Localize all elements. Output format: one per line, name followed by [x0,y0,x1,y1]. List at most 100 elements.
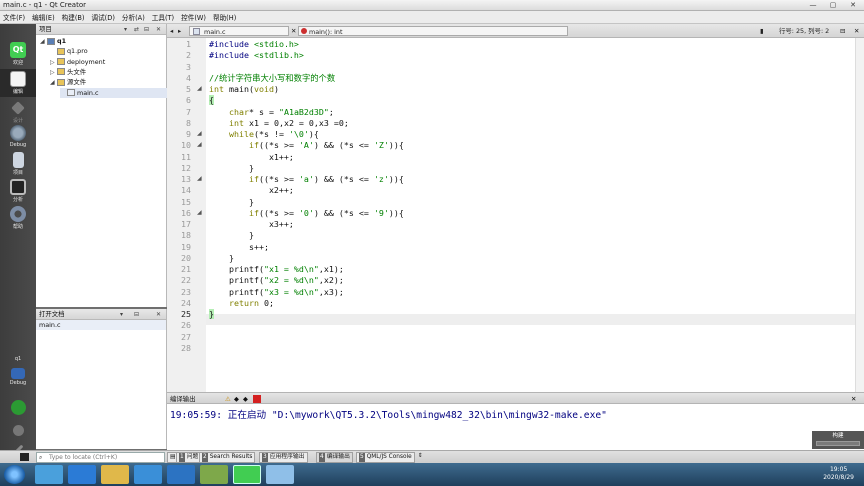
line-number: 13 [181,174,191,184]
symbol-selector-label: main(): int [309,28,343,36]
menu-debug[interactable]: 调试(D) [92,12,115,22]
fold-marker-icon[interactable]: ◢ [197,141,202,148]
code-line: #include <stdlib.h> [209,50,304,61]
filter-output-icon[interactable]: ⚠ [225,394,231,404]
menu-window[interactable]: 控件(W) [181,12,206,22]
close-editor-icon[interactable]: ✕ [854,26,859,36]
mode-design[interactable]: 设计 [0,98,36,126]
doc-close-icon[interactable]: ✕ [156,309,161,320]
vertical-scrollbar[interactable] [855,38,864,392]
c-file-icon [67,89,75,96]
mode-debug[interactable]: Debug [0,123,36,151]
tree-item[interactable]: ▷ deployment [50,57,167,67]
mode-analyze[interactable]: 分析 [0,177,36,205]
taskbar-qt-creator-icon[interactable] [233,465,261,484]
file-selector[interactable]: main.c [189,26,289,36]
pane-tab-compile-output[interactable]: 4 编译输出 [316,452,353,463]
next-item-icon[interactable]: ◆ [243,394,248,404]
pane-tab-issues[interactable]: 1 问题 [176,452,202,463]
pane-tab-number: 1 [179,453,185,462]
menu-file[interactable]: 文件(F) [3,12,25,22]
debug-bug-icon [10,125,26,141]
code-line: int main(void) [209,84,279,94]
fold-marker-icon[interactable]: ◢ [197,85,202,92]
line-number: 26 [181,320,191,331]
line-number: 3 [186,61,191,72]
doc-filter-icon[interactable]: ▾ [120,309,123,320]
menu-analyze[interactable]: 分析(A) [122,12,145,22]
link-icon[interactable]: ⇄ [134,24,139,35]
start-button[interactable] [4,465,25,484]
run-play-icon [10,400,26,415]
mode-projects[interactable]: 项目 [0,150,36,178]
taskbar-media-icon[interactable] [167,465,195,484]
taskbar-browser-icon[interactable] [35,465,63,484]
line-number: 1 [186,39,191,49]
menu-tools[interactable]: 工具(T) [152,12,174,22]
pane-tab-search-results[interactable]: 2 Search Results [199,452,256,463]
expand-arrow-icon[interactable]: ◢ [50,78,57,88]
code-line: x2++; [209,185,294,196]
expand-arrow-icon[interactable]: ◢ [40,37,47,47]
taskbar-explorer-icon[interactable] [101,465,129,484]
minimize-button[interactable]: — [806,1,820,10]
close-button[interactable]: ✕ [846,1,860,10]
split-editor-icon[interactable]: ⊟ [840,26,845,36]
doc-split-icon[interactable]: ⊟ [134,309,139,320]
mode-edit[interactable]: 编辑 [0,69,36,97]
tree-item[interactable]: main.c [60,87,167,98]
system-clock[interactable]: 19:05 2020/8/29 [823,466,854,482]
taskbar-paint-icon[interactable] [266,465,294,484]
tree-item[interactable]: ◢ 源文件 [50,77,167,87]
fold-marker-icon[interactable]: ◢ [197,175,202,182]
debug-run-button[interactable] [0,421,36,441]
tree-item-label: q1 [57,37,67,45]
split-icon[interactable]: ⊟ [144,24,149,35]
kit-selector[interactable]: q1 Debug [0,354,36,394]
mode-help[interactable]: 帮助 [0,204,36,232]
nav-forward-icon[interactable]: ▸ [178,26,181,36]
pane-tab-application-output[interactable]: 3 应用程序输出 [259,452,308,463]
folder-icon [57,58,65,66]
tree-item[interactable]: q1.pro [50,46,167,56]
tree-item-label: q1.pro [67,47,88,56]
locator-placeholder: Type to locate (Ctrl+K) [49,454,118,461]
mode-welcome[interactable]: Qt 欢迎 [0,40,36,68]
build-progress-label: 构建 [832,433,844,439]
locator-input[interactable]: ⌕ Type to locate (Ctrl+K) [36,452,165,463]
pane-tab-qml-console[interactable]: 5 QML/JS Console [356,452,415,463]
more-tabs-icon[interactable]: ⇕ [416,452,425,463]
filter-icon[interactable]: ▾ [124,24,127,35]
close-output-icon[interactable]: ✕ [851,394,856,404]
close-panel-icon[interactable]: ✕ [156,24,161,35]
run-button[interactable] [0,398,36,420]
line-info-icon: ▮ [760,27,764,35]
menu-help[interactable]: 帮助(H) [213,12,236,22]
menu-edit[interactable]: 编辑(E) [32,12,55,22]
open-document-item[interactable]: main.c [36,320,166,330]
nav-back-icon[interactable]: ◂ [170,26,173,36]
menu-build[interactable]: 构建(B) [62,12,85,22]
symbol-selector[interactable]: main(): int [298,26,568,36]
mode-label: 分析 [12,197,23,203]
fold-marker-icon[interactable]: ◢ [197,130,202,137]
taskbar-ie-icon[interactable] [68,465,96,484]
code-line: int x1 = 0,x2 = 0,x3 =0; [228,117,349,128]
toggle-sidebar-icon[interactable] [20,453,29,461]
tree-item[interactable]: ◢ q1 [40,36,167,46]
prev-item-icon[interactable]: ◆ [234,394,239,404]
maximize-button[interactable]: ▢ [826,1,840,10]
tree-item-label: 源文件 [67,78,87,87]
line-number: 20 [181,252,191,263]
fold-marker-icon[interactable]: ◢ [197,209,202,216]
code-area[interactable]: #include <stdio.h> #include <stdlib.h> //统… [209,38,849,392]
mode-label: 项目 [12,170,23,176]
tree-item[interactable]: ▷ 头文件 [50,67,167,77]
stop-build-icon[interactable] [253,395,261,403]
code-editor[interactable]: 1 2 3 4 5 ◢ 6 7 8 9 ◢ 10 ◢ 11 12 13 ◢ 14 15 16 ◢ 17 18 19 20 21 22… [167,38,864,392]
close-document-icon[interactable]: ✕ [291,26,296,36]
taskbar-editor-icon[interactable] [200,465,228,484]
taskbar-app-icon[interactable] [134,465,162,484]
build-progress-bar [816,441,860,446]
clock-time: 19:05 [829,466,848,473]
